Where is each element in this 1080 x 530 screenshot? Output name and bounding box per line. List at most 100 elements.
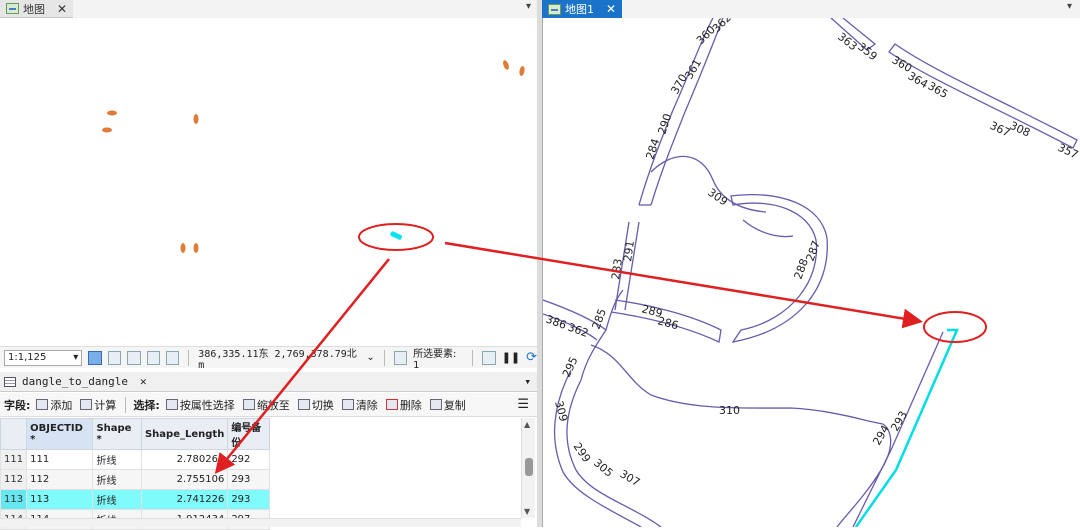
crosshair-icon[interactable] [146,350,160,365]
copy-button[interactable]: 复制 [428,397,468,413]
map-icon [6,3,19,14]
road-label: 287 [804,239,823,263]
scale-select[interactable]: 1:1,125 ▾ [4,349,83,366]
column-header-code[interactable]: 编号备份 [227,418,270,450]
map-status-bar: 1:1,125 ▾ 386,335.11东 2,769,378.79北 m ⌄ 所… [0,346,537,371]
close-icon[interactable]: ✕ [140,375,147,388]
switch-icon [297,399,310,410]
refresh-icon[interactable]: ⟳ [526,350,537,365]
table-grid-icon[interactable] [107,350,122,365]
close-icon[interactable]: ✕ [57,2,67,16]
left-map-view[interactable] [0,18,537,346]
chevron-down-icon[interactable]: ⌄ [366,352,374,363]
close-icon[interactable]: ✕ [606,2,616,16]
field-label: 字段: [4,398,31,412]
row-number[interactable]: 113 [0,489,28,510]
road-label: 357 [1056,141,1080,162]
add-icon [36,399,49,410]
table-row[interactable]: 111 111 折线 2.780268 292 [0,449,270,470]
menu-icon[interactable]: ☰ [517,397,529,412]
column-header-shape-length[interactable]: Shape_Length [140,418,229,450]
scroll-thumb[interactable] [525,458,533,476]
row-number[interactable]: 111 [0,449,28,470]
calculate-label: 计算 [94,398,117,412]
right-map-view[interactable]: 360 362 363 359 360 364 365 367 308 357 … [542,11,1080,528]
scroll-down-icon[interactable]: ▼ [524,507,530,516]
road-label: 362 [566,321,590,340]
table-toolbar: 字段: 添加 计算 选择: 按属性选择 缩放至 切换 清除 删除 复制 ☰ [0,393,537,417]
selected-count: 所选要素: 1 [413,348,457,371]
calculator-icon [80,399,93,410]
selection-icon [393,350,408,365]
cell-shape[interactable]: 折线 [92,489,142,510]
filter-icon[interactable] [482,350,496,365]
road-label: 299 [571,440,594,465]
feature-marker [102,127,112,133]
selected-feature [390,231,403,240]
road-label: 386 [544,313,568,332]
tab-map1[interactable]: 地图1 ✕ [542,0,623,18]
scale-value: 1:1,125 [8,352,47,363]
cell-code[interactable]: 293 [227,489,270,510]
select-by-attribute-button[interactable]: 按属性选择 [164,397,237,413]
cell-shape-length[interactable]: 2.741226 [140,489,229,510]
road-lines [542,17,1078,528]
highlighted-road [854,328,959,528]
road-label: 309 [705,186,730,209]
vertical-scrollbar[interactable]: ▲ ▼ [521,418,535,518]
road-line [605,289,624,331]
calculate-button[interactable]: 计算 [78,397,118,413]
feature-marker [519,66,525,76]
chevron-down-icon[interactable]: ▾ [526,1,531,12]
cell-shape-length[interactable]: 2.780268 [140,449,229,470]
cell-code[interactable]: 293 [227,469,270,490]
tab-attribute-table[interactable]: dangle_to_dangle ✕ ▾ [0,372,537,392]
attribute-table: OBJECTID * Shape * Shape_Length 编号备份 111… [0,418,270,530]
zoom-to-label: 缩放至 [256,398,290,412]
switch-selection-button[interactable]: 切换 [296,397,336,413]
feature-marker [180,243,186,253]
cell-shape[interactable]: 折线 [92,469,142,490]
cell-code[interactable]: 292 [227,449,270,470]
snapping-icon[interactable] [165,350,180,365]
navigate-icon[interactable] [127,350,141,365]
delete-button[interactable]: 删除 [384,397,424,413]
switch-label: 切换 [311,398,334,412]
add-field-button[interactable]: 添加 [34,397,74,413]
copy-label: 复制 [443,398,466,412]
pause-icon[interactable]: ❚❚ [502,351,520,364]
feature-markers [102,60,525,253]
row-number[interactable]: 112 [0,469,28,490]
chevron-down-icon[interactable]: ▾ [1067,1,1072,12]
tab-map1-label: 地图1 [565,3,594,16]
delete-icon [385,399,398,410]
map-icon [548,3,561,15]
road-line [554,369,642,528]
cell-objectid[interactable]: 111 [26,449,94,470]
road-label: 365 [926,79,951,101]
road-label: 310 [719,404,740,417]
clear-icon [341,399,354,410]
grid-snap-icon[interactable] [88,350,102,365]
table-tab-label: dangle_to_dangle [22,375,128,388]
table-icon [4,376,16,387]
cell-shape-length[interactable]: 2.755106 [140,469,229,490]
road-line [742,219,794,238]
feature-marker [107,110,117,116]
tab-map-label: 地图 [23,2,45,16]
column-header-objectid[interactable]: OBJECTID * [26,418,94,450]
tab-map[interactable]: 地图 ✕ [0,0,74,18]
clear-selection-button[interactable]: 清除 [340,397,380,413]
table-row-selected[interactable]: 113 113 折线 2.741226 293 [0,489,270,510]
zoom-to-button[interactable]: 缩放至 [241,397,292,413]
chevron-down-icon[interactable]: ▾ [524,375,531,388]
cell-objectid[interactable]: 113 [26,489,94,510]
cell-shape[interactable]: 折线 [92,449,142,470]
column-header-shape[interactable]: Shape * [92,418,142,450]
horizontal-scrollbar[interactable] [0,518,521,527]
table-row[interactable]: 112 112 折线 2.755106 293 [0,469,270,490]
road-label: 290 [655,112,674,136]
scroll-up-icon[interactable]: ▲ [524,420,530,429]
cell-objectid[interactable]: 112 [26,469,94,490]
road-label: 284 [643,137,662,161]
